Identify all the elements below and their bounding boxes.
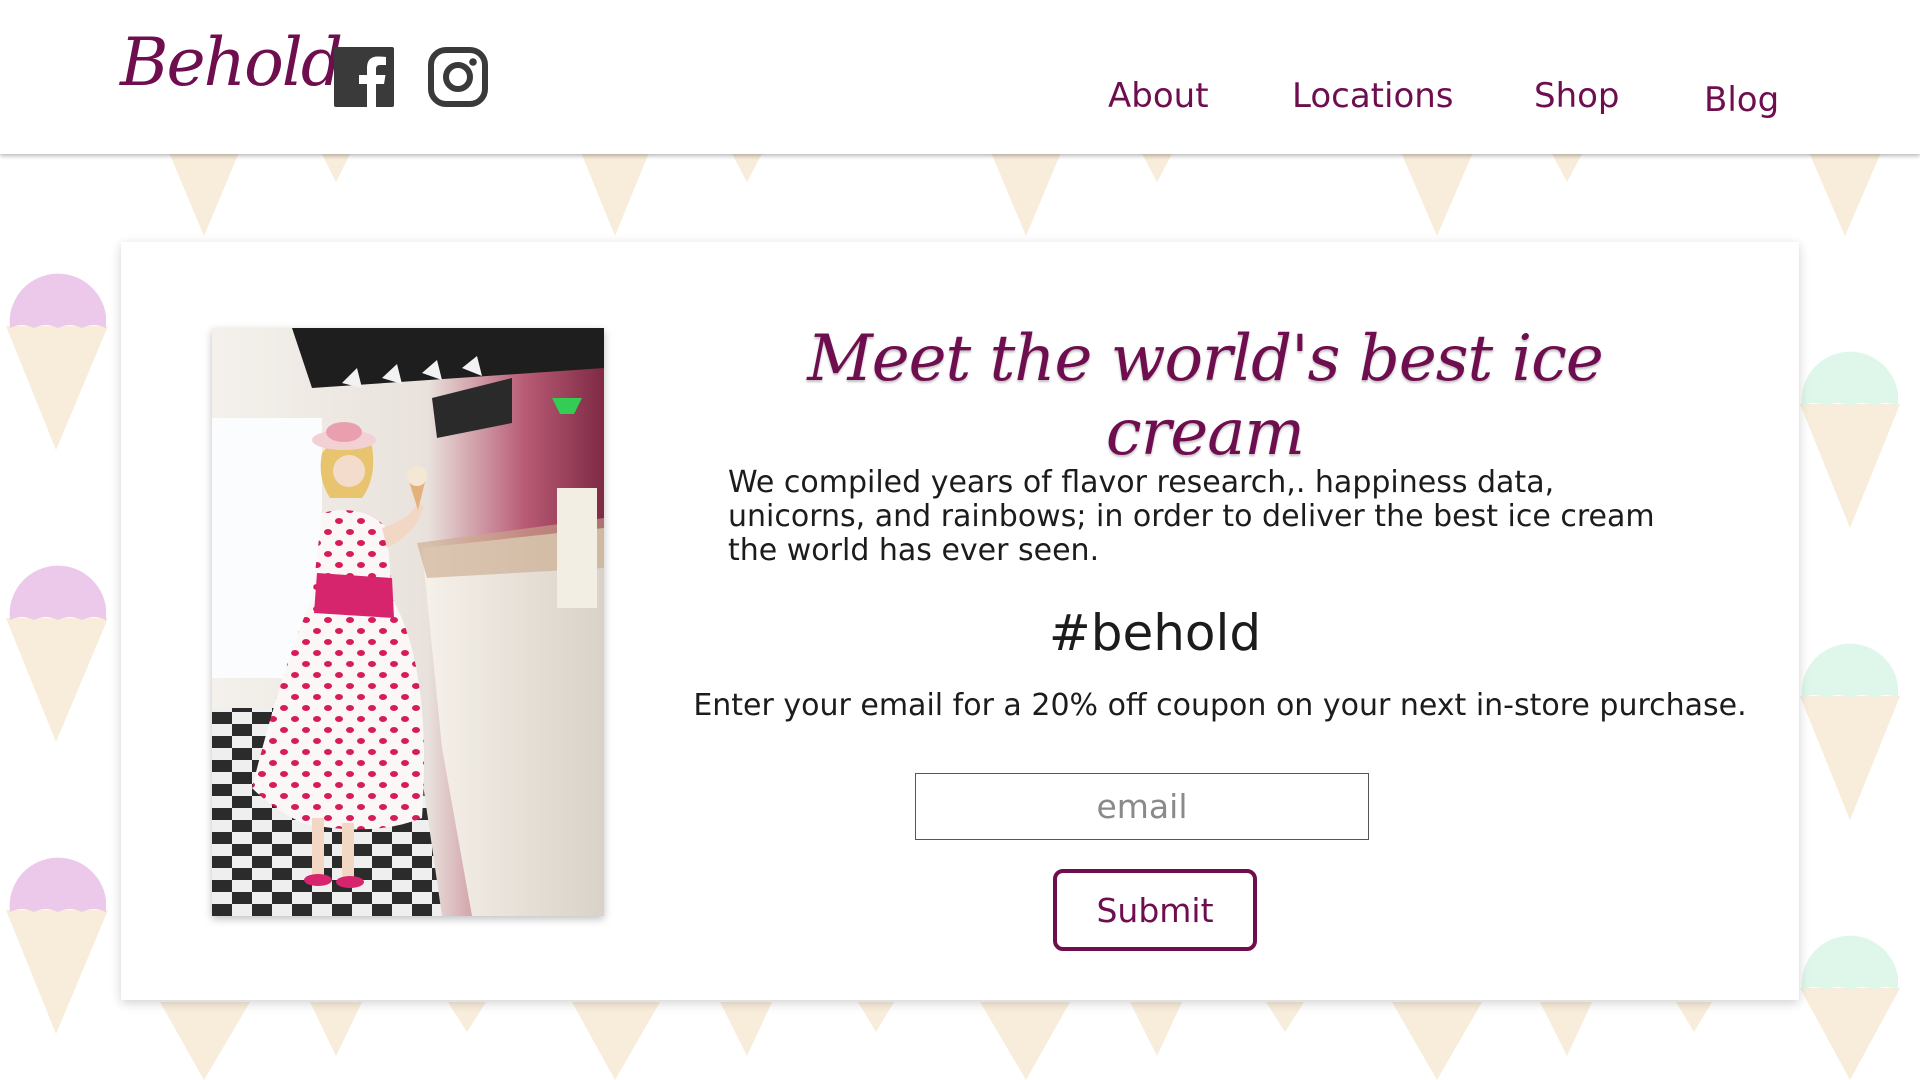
hero-description: We compiled years of flavor research,. h… bbox=[728, 465, 1655, 568]
nav-locations[interactable]: Locations bbox=[1292, 76, 1454, 116]
site-header: Behold About Locations Shop Blog bbox=[0, 0, 1920, 154]
email-input[interactable] bbox=[915, 773, 1369, 840]
hero-headline: Meet the world's best ice cream bbox=[807, 322, 1604, 470]
facebook-icon[interactable] bbox=[334, 47, 394, 107]
nav-shop[interactable]: Shop bbox=[1534, 76, 1620, 116]
hero-photo bbox=[212, 328, 604, 916]
hashtag-text: #behold bbox=[1048, 604, 1262, 662]
submit-button[interactable]: Submit bbox=[1053, 869, 1257, 951]
behold-logo[interactable]: Behold bbox=[120, 24, 343, 101]
nav-blog[interactable]: Blog bbox=[1704, 80, 1779, 120]
instagram-icon[interactable] bbox=[428, 47, 488, 107]
nav-about[interactable]: About bbox=[1108, 76, 1209, 116]
coupon-text: Enter your email for a 20% off coupon on… bbox=[693, 688, 1747, 723]
